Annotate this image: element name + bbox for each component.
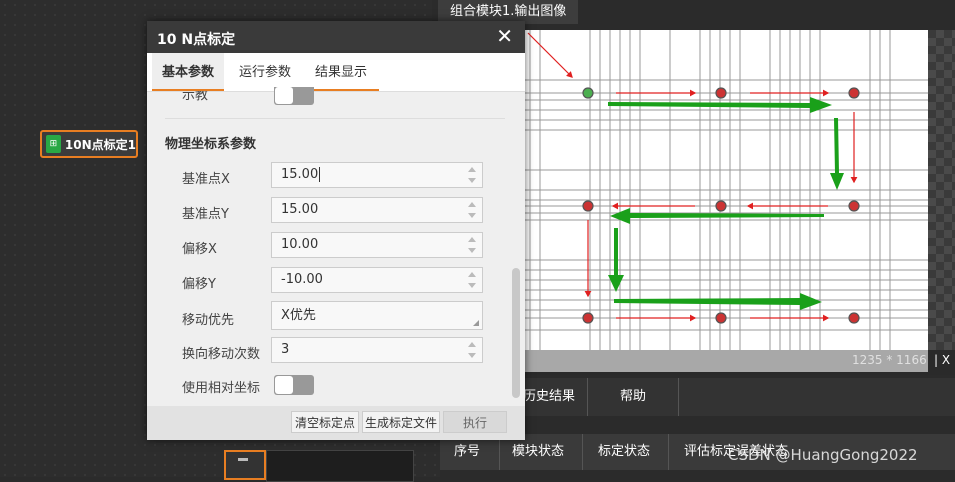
column-calibration-status[interactable]: 标定状态 <box>598 434 650 470</box>
base-y-field[interactable]: 15.00 <box>271 197 483 223</box>
tab-divider <box>678 378 679 416</box>
calibration-point <box>715 200 727 212</box>
offset-y-field[interactable]: -10.00 <box>271 267 483 293</box>
spinner-icon[interactable] <box>468 202 476 218</box>
calibration-icon: ⊞ <box>46 135 61 153</box>
flow-node-10n-calibration[interactable]: ⊞ 10N点标定1 <box>40 130 138 158</box>
teach-label: 示教 <box>182 91 209 103</box>
column-divider <box>582 434 583 470</box>
calibration-point <box>582 312 594 324</box>
tab-result-display[interactable]: 结果显示 <box>303 53 379 91</box>
calibration-point <box>582 87 594 99</box>
transparent-area <box>928 30 955 350</box>
watermark: CSDN @HuangGong2022 <box>728 446 918 464</box>
label-move-priority: 移动优先 <box>182 313 235 328</box>
calibration-point <box>848 312 860 324</box>
teach-toggle[interactable] <box>274 87 314 105</box>
flow-node-label: 10N点标定1 <box>64 137 136 152</box>
clear-points-button[interactable]: 清空标定点 <box>291 411 359 433</box>
dialog-title: 10 N点标定 <box>157 32 236 48</box>
calibration-point <box>848 87 860 99</box>
green-arrow <box>614 293 822 310</box>
tab-help[interactable]: 帮助 <box>620 378 646 416</box>
label-base-y: 基准点Y <box>182 207 229 222</box>
dialog-scrollbar[interactable] <box>512 268 520 398</box>
move-priority-select[interactable]: X优先 <box>271 301 483 330</box>
red-arrowhead <box>690 314 697 322</box>
canvas-panel <box>266 450 414 482</box>
calibration-point <box>715 312 727 324</box>
label-base-x: 基准点X <box>182 172 230 187</box>
resize-grip-icon <box>473 320 479 326</box>
spinner-icon[interactable] <box>468 342 476 358</box>
tab-divider <box>587 378 588 416</box>
spinner-icon[interactable] <box>468 167 476 183</box>
direction-change-count-field[interactable]: 3 <box>271 337 483 363</box>
section-physical-coords: 物理坐标系参数 <box>165 137 257 152</box>
relative-coords-toggle[interactable] <box>274 375 314 395</box>
tab-history-results[interactable]: 历史结果 <box>523 378 575 416</box>
close-icon[interactable]: ✕ <box>496 25 513 47</box>
red-arrowhead <box>850 177 858 184</box>
offset-x-field[interactable]: 10.00 <box>271 232 483 258</box>
calibration-point <box>848 200 860 212</box>
green-arrow <box>610 208 824 224</box>
red-arrowhead <box>823 314 830 322</box>
dialog-title-bar[interactable]: 10 N点标定 ✕ <box>147 21 525 53</box>
image-coord-label: | X <box>934 353 951 367</box>
red-arrowhead <box>746 202 753 210</box>
tab-basic-params[interactable]: 基本参数 <box>152 53 224 91</box>
divider <box>165 118 505 119</box>
base-x-field[interactable]: 15.00 <box>271 162 483 188</box>
column-divider <box>668 434 669 470</box>
spinner-icon[interactable] <box>468 272 476 288</box>
tab-run-params[interactable]: 运行参数 <box>229 53 301 91</box>
execute-button[interactable]: 执行 <box>443 411 507 433</box>
calibration-point <box>582 200 594 212</box>
flow-node-small[interactable] <box>224 450 266 480</box>
calibration-point <box>715 87 727 99</box>
result-tab-bar <box>520 378 955 416</box>
red-arrowhead <box>823 89 830 97</box>
label-direction-change-count: 换向移动次数 <box>182 347 261 362</box>
red-arrowhead <box>611 202 618 210</box>
label-offset-y: 偏移Y <box>182 277 216 292</box>
green-arrow <box>830 118 844 190</box>
label-use-relative-coords: 使用相对坐标 <box>182 381 261 396</box>
label-offset-x: 偏移X <box>182 242 217 257</box>
red-arrowhead <box>690 89 697 97</box>
red-arrow <box>527 32 573 78</box>
generate-file-button[interactable]: 生成标定文件 <box>362 411 440 433</box>
n-point-calibration-dialog: 10 N点标定 ✕ 基本参数 运行参数 结果显示 示教 物理坐标系参数 基准点X… <box>147 21 525 440</box>
image-size-label: 1235 * 1166 <box>852 353 927 367</box>
spinner-icon[interactable] <box>468 237 476 253</box>
